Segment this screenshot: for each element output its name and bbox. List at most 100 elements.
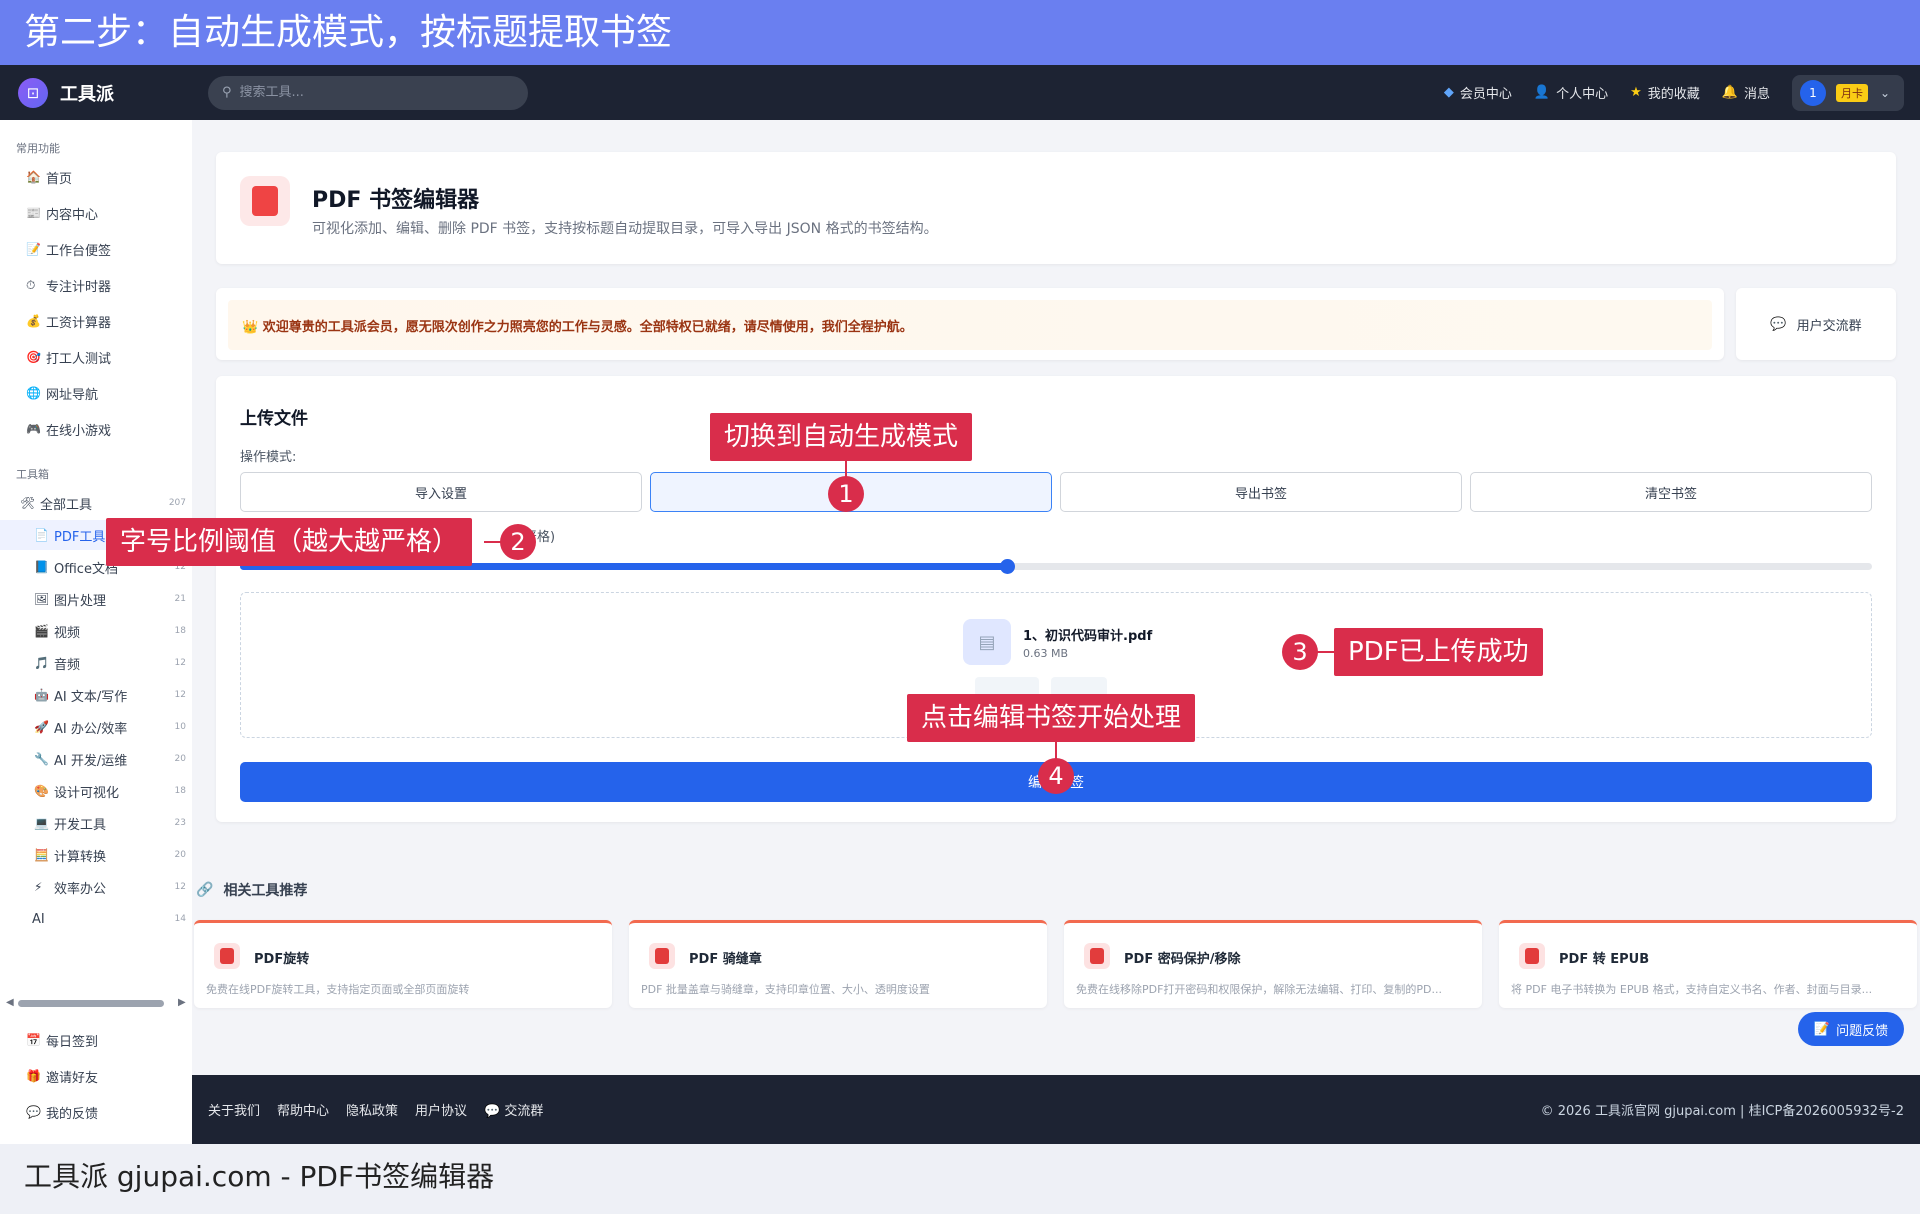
user-group-button[interactable]: 💬 用户交流群 [1736, 288, 1896, 360]
sidebar-item-my-feedback[interactable]: 💬 我的反馈 [0, 1097, 192, 1127]
sidebar-item-label: 邀请好友 [46, 1070, 99, 1086]
sidebar-item-count: 12 [174, 882, 186, 892]
sidebar-item-ai-dev[interactable]: 🔧 AI 开发/运维 20 [0, 744, 192, 774]
footer-link-terms[interactable]: 用户协议 [415, 1100, 467, 1119]
gamepad-icon: 🎮 [26, 422, 41, 436]
sidebar-item-checkin[interactable]: 📅 每日签到 [0, 1025, 192, 1055]
footer-link-group[interactable]: 💬 交流群 [484, 1100, 543, 1119]
sidebar-group-tools: 工具箱 [16, 468, 49, 481]
sidebar-item-notes[interactable]: 📝 工作台便签 [0, 234, 192, 264]
footer-link-help[interactable]: 帮助中心 [277, 1100, 329, 1119]
annotation-connector-3 [1316, 651, 1336, 653]
sidebar-item-image[interactable]: 🖼 图片处理 21 [0, 584, 192, 614]
tool-header-card: PDF 书签编辑器 可视化添加、编辑、删除 PDF 书签，支持按标题自动提取目录… [216, 152, 1896, 264]
sidebar-item-url-nav[interactable]: 🌐 网址导航 [0, 378, 192, 408]
sidebar-item-count: 20 [174, 754, 186, 764]
pdf-stamp-icon [649, 943, 675, 969]
music-note-icon: 🎵 [34, 656, 49, 670]
top-navbar: ⊡ 工具派 ⚲ ◆ 会员中心 👤 个人中心 ★ 我的收藏 🔔 消息 1 月卡 ⌄ [0, 65, 1920, 120]
palette-icon: 🎨 [34, 784, 49, 798]
related-tool-card[interactable]: PDF 转 EPUB 将 PDF 电子书转换为 EPUB 格式，支持自定义书名、… [1499, 920, 1917, 1008]
pdf-rotate-icon [214, 943, 240, 969]
sidebar-item-invite[interactable]: 🎁 邀请好友 [0, 1061, 192, 1091]
sidebar-item-label: 内容中心 [46, 207, 99, 223]
robot-icon: 🤖 [34, 688, 49, 702]
page-description: 可视化添加、编辑、删除 PDF 书签，支持按标题自动提取目录，可导入导出 JSO… [312, 221, 938, 237]
image-icon: 🖼 [34, 592, 50, 606]
sidebar-item-video[interactable]: 🎬 视频 18 [0, 616, 192, 646]
mode-export-button[interactable]: 导出书签 [1060, 472, 1462, 512]
related-tool-card[interactable]: PDF 密码保护/移除 免费在线移除PDF打开密码和权限保护，解除无法编辑、打印… [1064, 920, 1482, 1008]
sidebar-item-label: AI 办公/效率 [54, 721, 128, 737]
related-tool-desc: 免费在线移除PDF打开密码和权限保护，解除无法编辑、打印、复制的PD... [1076, 983, 1443, 996]
related-tool-card[interactable]: PDF 骑缝章 PDF 批量盖章与骑缝章，支持印章位置、大小、透明度设置 [629, 920, 1047, 1008]
newspaper-icon: 📰 [26, 206, 41, 220]
sidebar-item-calc[interactable]: 🧮 计算转换 20 [0, 840, 192, 870]
sidebar-item-label: 开发工具 [54, 817, 107, 833]
sidebar-item-all-tools[interactable]: 🛠 全部工具 207 [0, 488, 192, 518]
sidebar-item-timer[interactable]: ⏱ 专注计时器 [0, 270, 192, 300]
home-icon: 🏠 [26, 170, 41, 184]
mode-import-button[interactable]: 导入设置 [240, 472, 642, 512]
uploaded-file-size: 0.63 MB [1023, 647, 1069, 660]
sidebar-item-ai[interactable]: AI 14 [0, 904, 192, 934]
nav-profile[interactable]: 👤 个人中心 [1534, 83, 1608, 102]
sidebar-item-content[interactable]: 📰 内容中心 [0, 198, 192, 228]
related-tool-card[interactable]: PDF旋转 免费在线PDF旋转工具，支持指定页面或全部页面旋转 [194, 920, 612, 1008]
scroll-right-icon[interactable]: ▶ [178, 997, 186, 1008]
scroll-left-icon[interactable]: ◀ [6, 997, 14, 1008]
sidebar-item-design[interactable]: 🎨 设计可视化 18 [0, 776, 192, 806]
sidebar-item-label: AI [32, 911, 45, 927]
related-tools-label: 相关工具推荐 [223, 883, 308, 899]
footer-link-about[interactable]: 关于我们 [208, 1100, 260, 1119]
nav-messages[interactable]: 🔔 消息 [1722, 83, 1770, 102]
pdf-to-epub-icon [1519, 943, 1545, 969]
user-group-label: 用户交流群 [1796, 318, 1862, 334]
threshold-slider-handle[interactable] [1000, 559, 1016, 574]
calendar-icon: 📅 [26, 1033, 41, 1047]
sidebar-item-ai-office[interactable]: 🚀 AI 办公/效率 10 [0, 712, 192, 742]
footer-link-privacy[interactable]: 隐私政策 [346, 1100, 398, 1119]
sidebar-item-label: 工作台便签 [46, 243, 112, 259]
threshold-slider[interactable] [240, 559, 1872, 574]
chevron-down-icon: ⌄ [1880, 85, 1891, 100]
nav-vip-center[interactable]: ◆ 会员中心 [1444, 83, 1512, 102]
scrollbar-thumb[interactable] [18, 1000, 164, 1007]
search-box[interactable]: ⚲ [208, 75, 528, 110]
sidebar-item-label: 图片处理 [54, 593, 107, 609]
tutorial-caption-top: 第二步：自动生成模式，按标题提取书签 [0, 0, 1920, 65]
sidebar-item-worker-test[interactable]: 🎯 打工人测试 [0, 342, 192, 372]
annotation-label-3: PDF已上传成功 [1334, 628, 1543, 676]
feedback-button[interactable]: 📝 问题反馈 [1798, 1012, 1904, 1046]
search-icon: ⚲ [222, 85, 232, 100]
logo-text: 工具派 [60, 83, 114, 105]
sidebar-item-count: 18 [174, 786, 186, 796]
wrench-icon: 🔧 [34, 752, 49, 766]
sidebar-item-audio[interactable]: 🎵 音频 12 [0, 648, 192, 678]
sidebar-item-count: 14 [174, 914, 186, 924]
search-input[interactable] [239, 85, 500, 100]
mode-label: 操作模式: [240, 450, 297, 465]
sidebar-item-label: 网址导航 [46, 387, 99, 403]
related-tool-name: PDF旋转 [254, 952, 310, 967]
logo-bag-icon: ⊡ [18, 77, 48, 108]
sidebar-item-salary[interactable]: 💰 工资计算器 [0, 306, 192, 336]
gift-icon: 🎁 [26, 1069, 41, 1083]
user-menu[interactable]: 1 月卡 ⌄ [1792, 74, 1904, 111]
sidebar-item-games[interactable]: 🎮 在线小游戏 [0, 414, 192, 444]
sidebar-item-dev-tools[interactable]: 💻 开发工具 23 [0, 808, 192, 838]
sidebar-item-efficiency[interactable]: ⚡ 效率办公 12 [0, 872, 192, 902]
related-tool-name: PDF 密码保护/移除 [1124, 952, 1241, 967]
nav-favorites[interactable]: ★ 我的收藏 [1630, 83, 1700, 102]
mode-clear-button[interactable]: 清空书签 [1470, 472, 1872, 512]
nav-vip-label: 会员中心 [1459, 87, 1512, 102]
sidebar-item-home[interactable]: 🏠 首页 [0, 162, 192, 192]
sidebar-item-count: 23 [174, 818, 186, 828]
tutorial-caption-bottom: 工具派 gjupai.com - PDF书签编辑器 [0, 1144, 1920, 1214]
sidebar-item-count: 20 [174, 850, 186, 860]
logo[interactable]: ⊡ 工具派 [18, 77, 193, 108]
pdf-icon: 📄 [34, 528, 49, 542]
sidebar-horizontal-scrollbar[interactable]: ◀ ▶ [6, 997, 186, 1009]
sidebar-item-ai-writing[interactable]: 🤖 AI 文本/写作 12 [0, 680, 192, 710]
sidebar-item-label: 设计可视化 [54, 785, 120, 801]
